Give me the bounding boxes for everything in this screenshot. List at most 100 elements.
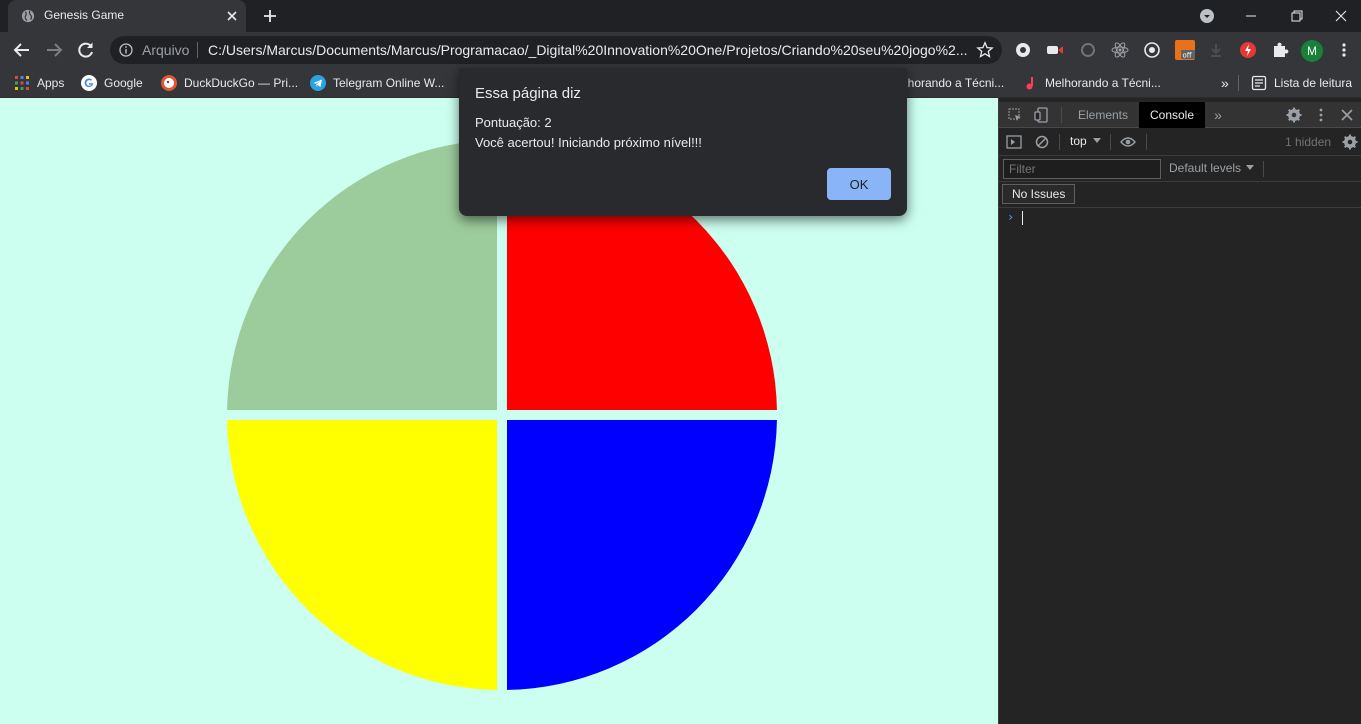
url-text[interactable]: C:/Users/Marcus/Documents/Marcus/Program… [208,42,968,58]
console-prompt: › [1007,210,1015,224]
bookmark-telegram[interactable]: Telegram Online W... [310,74,444,92]
extension-6-icon[interactable]: off [1175,40,1195,60]
extension-4-icon[interactable] [1110,40,1130,60]
telegram-icon [310,75,326,91]
extension-2-icon[interactable] [1045,40,1065,60]
arrow-right-icon [47,43,63,57]
video-ext-icon [1047,46,1063,54]
dialog-title: Essa página diz [475,85,581,102]
more-tabs-icon[interactable]: » [1210,107,1226,123]
tab-elements[interactable]: Elements [1067,102,1139,128]
settings-gear-icon[interactable] [1286,107,1302,123]
console-caret[interactable] [1022,211,1023,225]
arrow-left-icon [13,43,29,57]
context-selector[interactable]: top [1070,134,1101,148]
chevron-down-icon [1200,9,1214,23]
bookmarks-separator [1238,75,1239,91]
device-toolbar-icon[interactable] [1033,107,1049,123]
download-ext-icon [1211,44,1221,57]
log-levels-label: Default levels [1169,161,1242,175]
new-tab-icon[interactable] [260,6,280,26]
puzzle-icon [1274,42,1289,57]
blue-quadrant[interactable] [507,420,777,690]
tab-search-button[interactable] [1184,0,1230,32]
restore-button[interactable] [1274,0,1320,32]
refresh-ext-icon [1081,43,1095,57]
dialog-score-text: Pontuação: 2 [475,115,552,130]
ok-button[interactable]: OK [827,168,891,200]
tab-title: Genesis Game [44,8,125,22]
tab-separator [1061,107,1062,123]
close-tab-icon[interactable] [223,7,241,25]
dropdown-arrow-icon [1092,138,1101,143]
bookmark-apps[interactable]: Apps [14,74,64,92]
browser-toolbar: Arquivo C:/Users/Marcus/Documents/Marcus… [0,32,1361,68]
inspect-element-icon[interactable] [1007,107,1023,123]
bookmark-google[interactable]: Google [81,74,143,92]
close-window-button[interactable] [1318,0,1361,32]
extension-1-icon[interactable] [1013,40,1033,60]
filter-row: Default levels [999,156,1361,182]
minimize-icon [1246,15,1256,17]
reading-list-label: Lista de leitura [1274,76,1353,90]
bar-separator [1146,134,1147,150]
dialog-message-text: Você acertou! Iniciando próximo nível!!! [475,135,702,150]
devtools-more-icon[interactable] [1313,107,1329,123]
profile-avatar[interactable]: M [1301,40,1323,62]
gear-ext-icon [1016,43,1030,57]
reading-list-button[interactable]: Lista de leitura [1251,74,1352,92]
extension-8-icon[interactable] [1238,40,1258,60]
back-button[interactable] [10,38,34,62]
reading-list-icon [1251,75,1267,91]
bar-separator [1263,161,1264,177]
restore-icon [1291,10,1303,22]
apps-grid-icon [15,76,29,90]
console-settings-icon[interactable] [1342,134,1358,150]
console-filter-input[interactable] [1003,159,1161,179]
bookmark-label: Melhorando a Técni... [1045,76,1161,90]
tab-strip: Genesis Game [0,0,1361,32]
minimize-button[interactable] [1228,0,1274,32]
green-quadrant[interactable] [227,140,498,411]
bookmark-melhorando-2[interactable]: Melhorando a Técni... [1022,74,1161,92]
info-icon[interactable] [119,43,133,57]
close-icon [1335,10,1347,22]
live-expression-eye-icon[interactable] [1120,134,1136,150]
log-levels-dropdown[interactable]: Default levels [1169,161,1255,175]
bookmark-melhorando-1[interactable]: lhorando a Técni... [905,74,1004,92]
context-label: top [1070,134,1087,148]
address-bar[interactable]: Arquivo C:/Users/Marcus/Documents/Marcus… [110,36,1002,64]
issues-row: No Issues [999,182,1361,208]
hidden-count: 1 hidden [1285,135,1332,149]
target-ext-icon [1144,42,1160,58]
menu-kebab-icon[interactable] [1334,40,1354,60]
bar-separator [1059,134,1060,150]
more-vert-icon [1342,43,1346,57]
dropdown-arrow-icon [1246,165,1255,170]
globe-icon [21,9,35,23]
bookmark-label: DuckDuckGo — Pri... [184,76,299,90]
bookmark-duckduckgo[interactable]: DuckDuckGo — Pri... [161,74,298,92]
issues-button[interactable]: No Issues [1002,184,1076,204]
devtools-close-icon[interactable] [1339,107,1355,123]
flash-ext-icon [1240,42,1256,58]
extension-7-icon[interactable] [1206,40,1226,60]
duckduckgo-icon [161,75,177,91]
browser-tab[interactable]: Genesis Game [8,0,246,32]
clear-console-icon[interactable] [1034,134,1050,150]
extension-3-icon[interactable] [1078,40,1098,60]
sidebar-toggle-icon[interactable] [1006,134,1022,150]
reload-button[interactable] [74,38,98,62]
forward-button[interactable] [42,38,66,62]
extensions-puzzle-icon[interactable] [1270,40,1290,60]
extension-5-icon[interactable] [1142,40,1162,60]
alert-dialog: Essa página diz Pontuação: 2 Você acerto… [459,68,907,216]
off-ext-icon: off [1175,40,1195,60]
bookmark-star-icon[interactable] [976,41,994,59]
bookmarks-overflow-button[interactable]: » [1221,74,1229,92]
google-icon [81,75,97,91]
yellow-quadrant[interactable] [227,420,498,690]
bookmark-label: Apps [37,76,65,90]
tab-console[interactable]: Console [1139,102,1205,128]
address-separator [197,42,198,58]
